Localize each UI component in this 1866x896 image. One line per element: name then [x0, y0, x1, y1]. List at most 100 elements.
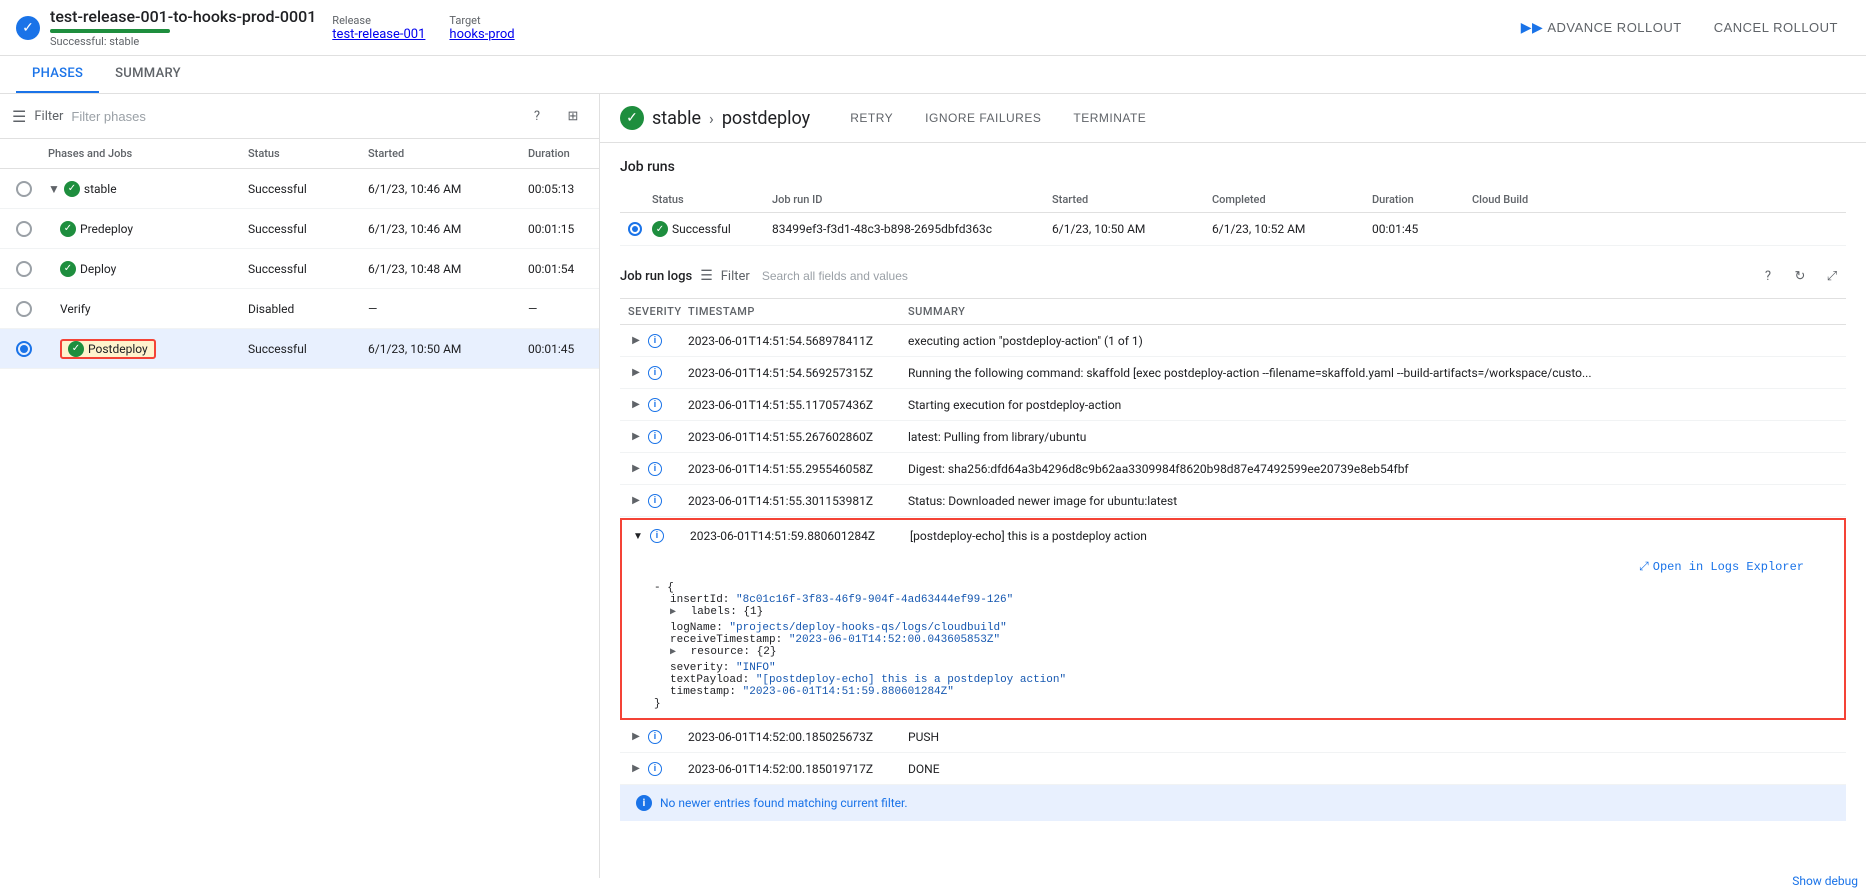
- radio-stable[interactable]: [16, 181, 32, 197]
- log-severity-6: ▶ i: [620, 489, 680, 513]
- retry-button[interactable]: RETRY: [838, 107, 905, 129]
- th-duration: Duration: [524, 139, 600, 168]
- log-expand-icon-3[interactable]: ▶: [628, 397, 644, 413]
- log-refresh-icon[interactable]: ↻: [1786, 262, 1814, 290]
- columns-icon[interactable]: ⊞: [559, 102, 587, 130]
- toolbar-icons: ? ⊞: [523, 102, 587, 130]
- tab-bar: PHASES SUMMARY: [0, 56, 1866, 94]
- job-status-check: ✓: [652, 221, 668, 237]
- right-title: ✓ stable › postdeploy: [620, 106, 810, 130]
- log-code-line: - {: [654, 582, 1812, 594]
- advance-rollout-button[interactable]: ▶▶ ADVANCE ROLLOUT: [1509, 13, 1694, 42]
- breadcrumb-arrow-icon: ›: [709, 109, 714, 128]
- jth-cloud-build: Cloud Build: [1468, 187, 1842, 212]
- log-help-icon[interactable]: ?: [1754, 262, 1782, 290]
- show-debug-link[interactable]: Show debug: [1792, 874, 1858, 888]
- log-code-line: ▶ resource: {2}: [654, 646, 1812, 662]
- log-row: ▶ i 2023-06-01T14:52:00.185019717Z DONE: [620, 753, 1846, 785]
- job-runs-title: Job runs: [620, 159, 1846, 175]
- info-badge-3: i: [648, 398, 662, 412]
- log-severity-1: ▶ i: [620, 329, 680, 353]
- log-code-line: }: [654, 698, 1812, 710]
- log-timestamp-7: 2023-06-01T14:51:59.880601284Z: [682, 525, 902, 547]
- main-layout: ☰ Filter ? ⊞ Phases and Jobs Status Star…: [0, 94, 1866, 878]
- log-filter-label: Filter: [721, 269, 750, 284]
- table-row[interactable]: ✓ Predeploy Successful 6/1/23, 10:46 AM …: [0, 209, 599, 249]
- log-row: ▶ i 2023-06-01T14:51:54.568978411Z execu…: [620, 325, 1846, 357]
- target-meta: Target hooks-prod: [449, 14, 514, 42]
- target-link[interactable]: hooks-prod: [449, 27, 514, 42]
- log-summary-3: Starting execution for postdeploy-action: [900, 394, 1846, 416]
- progress-bar: [50, 29, 170, 33]
- header-meta: Release test-release-001 Target hooks-pr…: [332, 14, 514, 42]
- row-radio-predeploy: [12, 217, 44, 241]
- log-timestamp-8: 2023-06-01T14:52:00.185025673Z: [680, 726, 900, 748]
- tab-summary[interactable]: SUMMARY: [99, 56, 197, 93]
- expand-resource-icon[interactable]: ▶: [670, 646, 684, 662]
- help-icon[interactable]: ?: [523, 102, 551, 130]
- log-code-line: ▶ labels: {1}: [654, 606, 1812, 622]
- release-link[interactable]: test-release-001: [332, 27, 425, 42]
- info-badge-5: i: [648, 462, 662, 476]
- no-entries-info-icon: i: [636, 795, 652, 811]
- radio-postdeploy[interactable]: [16, 341, 32, 357]
- row-status-stable: Successful: [244, 178, 364, 200]
- log-code-line: textPayload: "[postdeploy-echo] this is …: [654, 674, 1812, 686]
- row-started-postdeploy: 6/1/23, 10:50 AM: [364, 338, 524, 360]
- app-header: ✓ test-release-001-to-hooks-prod-0001 Su…: [0, 0, 1866, 56]
- log-summary-1: executing action "postdeploy-action" (1 …: [900, 330, 1846, 352]
- jth-job-run-id: Job run ID: [768, 187, 1048, 212]
- log-severity-4: ▶ i: [620, 425, 680, 449]
- row-started-verify: —: [364, 298, 524, 320]
- log-expand-icon-5[interactable]: ▶: [628, 461, 644, 477]
- log-expand-icon-9[interactable]: ▶: [628, 761, 644, 777]
- job-table-header: Status Job run ID Started Completed Dura…: [620, 187, 1846, 213]
- terminate-button[interactable]: TERMINATE: [1061, 107, 1158, 129]
- progress-bar-container: [50, 29, 170, 33]
- table-row[interactable]: Verify Disabled — — —: [0, 289, 599, 329]
- log-summary-7: [postdeploy-echo] this is a postdeploy a…: [902, 525, 1844, 547]
- log-code-line: severity: "INFO": [654, 662, 1812, 674]
- job-run-id: 83499ef3-f3d1-48c3-b898-2695dbfd363c: [768, 220, 1048, 238]
- job-runs-section: Job runs Status Job run ID Started Compl…: [600, 143, 1866, 254]
- row-status-postdeploy: Successful: [244, 338, 364, 360]
- log-summary-4: latest: Pulling from library/ubuntu: [900, 426, 1846, 448]
- th-started: Started: [364, 139, 524, 168]
- row-radio-postdeploy: [12, 337, 44, 361]
- row-name-deploy: ✓ Deploy: [44, 257, 244, 281]
- cancel-rollout-button[interactable]: CANCEL ROLLOUT: [1702, 14, 1850, 41]
- log-expand-icon-4[interactable]: ▶: [628, 429, 644, 445]
- table-row[interactable]: ▼ ✓ stable Successful 6/1/23, 10:46 AM 0…: [0, 169, 599, 209]
- log-search-input[interactable]: [762, 269, 1746, 283]
- lth-timestamp: TIMESTAMP: [680, 299, 900, 324]
- job-cloud-build: [1468, 227, 1842, 231]
- job-radio-btn[interactable]: [628, 222, 642, 236]
- phases-table-header: Phases and Jobs Status Started Duration …: [0, 139, 599, 169]
- log-expand-icon-7[interactable]: ▼: [630, 528, 646, 544]
- tab-phases[interactable]: PHASES: [16, 56, 99, 93]
- radio-deploy[interactable]: [16, 261, 32, 277]
- log-expand-icon-1[interactable]: ▶: [628, 333, 644, 349]
- log-severity-2: ▶ i: [620, 361, 680, 385]
- expand-labels-icon[interactable]: ▶: [670, 606, 684, 622]
- table-row[interactable]: ✓ Deploy Successful 6/1/23, 10:48 AM 00:…: [0, 249, 599, 289]
- filter-input[interactable]: [71, 109, 515, 124]
- log-expand-icon-2[interactable]: ▶: [628, 365, 644, 381]
- page-title: test-release-001-to-hooks-prod-0001: [50, 7, 316, 26]
- table-row[interactable]: ✓ Postdeploy Successful 6/1/23, 10:50 AM…: [0, 329, 599, 369]
- log-severity-8: ▶ i: [620, 725, 680, 749]
- open-logs-explorer-link[interactable]: ⤢ Open in Logs Explorer: [1631, 556, 1812, 578]
- expand-icon-stable[interactable]: ▼: [48, 182, 60, 196]
- log-external-icon[interactable]: ⤢: [1818, 262, 1846, 290]
- job-row[interactable]: ✓ Successful 83499ef3-f3d1-48c3-b898-269…: [620, 213, 1846, 246]
- log-timestamp-2: 2023-06-01T14:51:54.569257315Z: [680, 362, 900, 384]
- row-duration-predeploy: 00:01:15: [524, 218, 599, 240]
- advance-icon: ▶▶: [1521, 19, 1544, 36]
- jth-status: Status: [648, 187, 768, 212]
- log-expand-icon-6[interactable]: ▶: [628, 493, 644, 509]
- radio-predeploy[interactable]: [16, 221, 32, 237]
- row-name-postdeploy: ✓ Postdeploy: [44, 335, 244, 363]
- radio-verify[interactable]: [16, 301, 32, 317]
- ignore-failures-button[interactable]: IGNORE FAILURES: [913, 107, 1053, 129]
- log-expand-icon-8[interactable]: ▶: [628, 729, 644, 745]
